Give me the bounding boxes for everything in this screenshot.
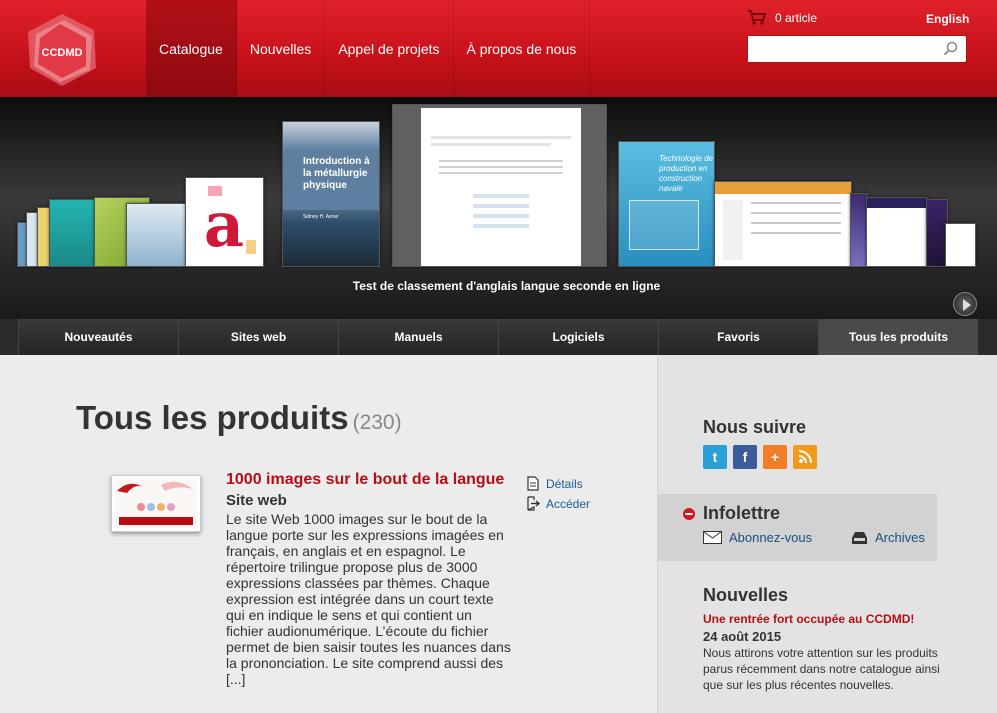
carousel-caption: Test de classement d'anglais langue seco… [352, 279, 661, 293]
main-nav: Catalogue Nouvelles Appel de projets À p… [146, 0, 591, 97]
carousel-cover[interactable] [945, 223, 976, 267]
tab-tous-les-produits[interactable]: Tous les produits [818, 319, 978, 355]
subscribe-label: Abonnez-vous [729, 530, 813, 545]
product-tabs: Nouveautés Sites web Manuels Logiciels F… [0, 319, 997, 355]
document-icon [527, 476, 539, 491]
tab-nouveautes[interactable]: Nouveautés [18, 319, 178, 355]
tab-logiciels[interactable]: Logiciels [498, 319, 658, 355]
details-link[interactable]: Détails [526, 476, 583, 491]
search-box [747, 35, 967, 63]
tab-favoris[interactable]: Favoris [658, 319, 818, 355]
language-switch[interactable]: English [926, 12, 969, 26]
facebook-icon[interactable]: f [733, 445, 757, 469]
details-label: Détails [546, 476, 583, 491]
access-label: Accéder [546, 496, 591, 511]
carousel-cover[interactable] [866, 197, 928, 267]
product-description: Le site Web 1000 images sur le bout de l… [226, 511, 511, 687]
page-title: Tous les produits (230) [76, 399, 402, 437]
carousel-cover-letter[interactable]: a [185, 177, 264, 267]
carousel-cover-software[interactable] [714, 181, 852, 267]
no-entry-icon [683, 508, 695, 520]
nav-nouvelles[interactable]: Nouvelles [237, 0, 326, 97]
archives-link[interactable]: Archives [851, 530, 925, 545]
product-thumbnail[interactable] [111, 475, 201, 532]
book-title: Technologie de production en constructio… [659, 154, 713, 193]
nav-appel-de-projets[interactable]: Appel de projets [325, 0, 454, 97]
product-count: (230) [352, 411, 402, 434]
google-plus-icon[interactable]: + [763, 445, 787, 469]
nav-catalogue[interactable]: Catalogue [146, 0, 237, 97]
news-item-body: Nous attirons votre attention sur les pr… [703, 646, 940, 692]
tab-manuels[interactable]: Manuels [338, 319, 498, 355]
tab-sites-web[interactable]: Sites web [178, 319, 338, 355]
search-icon[interactable] [943, 41, 959, 57]
subscribe-link[interactable]: Abonnez-vous [703, 530, 812, 545]
sidebar: Nous suivre t f + Infolettre Abonnez-vou… [657, 355, 997, 713]
site-header: CCDMD Catalogue Nouvelles Appel de proje… [0, 0, 997, 97]
news-item-date: 24 août 2015 [703, 629, 782, 644]
carousel-cover-construction-navale[interactable]: Technologie de production en constructio… [618, 141, 715, 267]
cart-count: 0 article [775, 11, 818, 25]
search-input[interactable] [748, 36, 938, 62]
social-links: t f + [703, 445, 817, 469]
newsletter-box: Infolettre Abonnez-vous Archives [658, 494, 937, 561]
carousel-cover-metallurgie[interactable]: Introduction à la métallurgie physique S… [282, 121, 380, 267]
cart-link[interactable]: 0 article [747, 10, 817, 26]
rss-icon[interactable] [793, 445, 817, 469]
cart-icon [748, 10, 767, 25]
news-heading: Nouvelles [703, 585, 789, 605]
external-link-icon [527, 496, 540, 511]
news-item-title-link[interactable]: Une rentrée fort occupée au CCDMD! [703, 612, 914, 626]
page-title-text: Tous les produits [76, 399, 349, 436]
ccdmd-logo[interactable]: CCDMD [24, 12, 100, 88]
main-content: Tous les produits (230) 1000 images sur l… [0, 355, 657, 713]
svg-text:a: a [204, 188, 244, 261]
book-author: Sidney H. Avner [303, 214, 339, 220]
nav-a-propos[interactable]: À propos de nous [454, 0, 591, 97]
newsletter-heading: Infolettre [703, 503, 781, 523]
carousel-cover[interactable] [49, 199, 95, 267]
svg-text:CCDMD: CCDMD [42, 47, 83, 59]
inbox-icon [852, 531, 867, 544]
twitter-icon[interactable]: t [703, 445, 727, 469]
product-type: Site web [226, 492, 287, 509]
envelope-icon [703, 531, 722, 544]
product-title-link[interactable]: 1000 images sur le bout de la langue [226, 471, 504, 489]
carousel-cover[interactable] [126, 203, 186, 267]
book-title: Introduction à la métallurgie physique [303, 156, 370, 191]
follow-heading: Nous suivre [703, 417, 807, 437]
carousel-featured[interactable] [392, 104, 607, 267]
product-carousel: a Introduction à la métallurgie physique… [0, 97, 997, 319]
archives-label: Archives [875, 530, 925, 545]
carousel-next-button[interactable] [953, 292, 977, 316]
access-link[interactable]: Accéder [526, 496, 590, 511]
